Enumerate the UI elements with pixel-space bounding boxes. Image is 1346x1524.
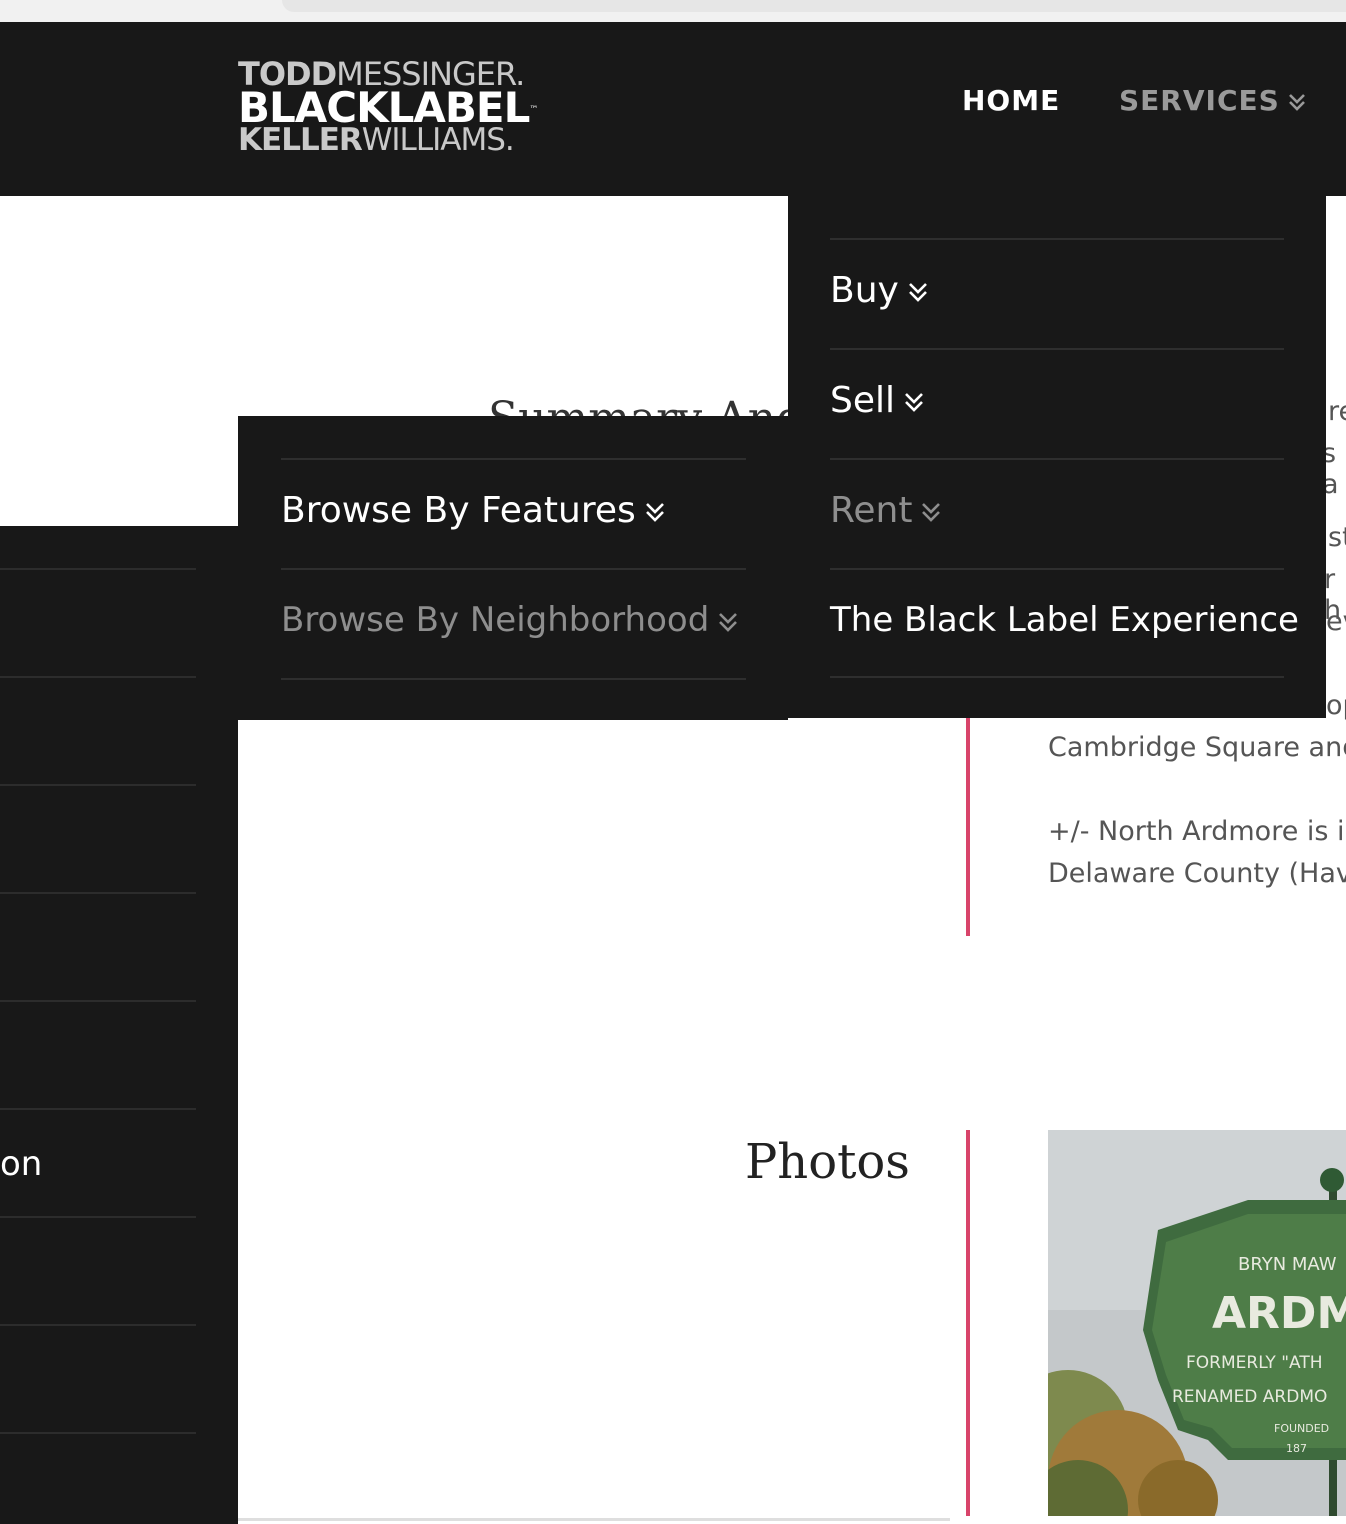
divider bbox=[830, 348, 1284, 350]
browser-chrome-strip bbox=[0, 0, 1346, 23]
site-header: TODDMESSINGER. BLACKLABEL™ KELLERWILLIAM… bbox=[0, 22, 1346, 196]
divider bbox=[0, 1000, 196, 1002]
divider bbox=[281, 458, 746, 460]
divider bbox=[0, 1108, 196, 1110]
divider bbox=[0, 568, 196, 570]
nav-services[interactable]: SERVICES bbox=[1119, 84, 1306, 117]
rent-submenu: Browse By Features Browse By Neighborhoo… bbox=[238, 416, 788, 720]
ardmore-sign-photo[interactable]: BRYN MAW ARDMO FORMERLY "ATH RENAMED ARD… bbox=[1048, 1130, 1346, 1516]
address-bar-edge bbox=[282, 0, 1346, 12]
menu-item-label: Buy bbox=[830, 270, 899, 311]
nav-home[interactable]: HOME bbox=[962, 84, 1060, 117]
summary-text-line: +/- North Ardmore is in bbox=[1048, 816, 1346, 847]
divider bbox=[281, 678, 746, 680]
body-text-fragment: st bbox=[1328, 522, 1346, 553]
divider bbox=[0, 784, 196, 786]
site-logo[interactable]: TODDMESSINGER. BLACKLABEL™ KELLERWILLIAM… bbox=[238, 58, 548, 158]
logo-line-3: KELLERWILLIAMS. bbox=[238, 122, 515, 158]
sign-text-sub3: FOUNDED bbox=[1274, 1422, 1329, 1435]
submenu-item-label: Browse By Neighborhood bbox=[281, 600, 710, 640]
logo-williams: WILLIAMS. bbox=[361, 122, 515, 158]
body-text-fragment: re bbox=[1328, 396, 1346, 427]
photos-accent-line bbox=[966, 1130, 970, 1516]
nav-services-label: SERVICES bbox=[1119, 84, 1280, 117]
sign-text-sub4: 187 bbox=[1286, 1442, 1307, 1455]
sign-text-sub2: RENAMED ARDMO bbox=[1172, 1387, 1327, 1407]
summary-text-line: Cambridge Square and bbox=[1048, 732, 1346, 763]
menu-item-buy[interactable]: Buy bbox=[830, 270, 929, 311]
chevron-double-down-icon bbox=[645, 503, 664, 522]
menu-item-rent[interactable]: Rent bbox=[830, 490, 942, 531]
summary-accent-line bbox=[966, 700, 970, 936]
ardmore-sign-illustration: BRYN MAW ARDMO FORMERLY "ATH RENAMED ARD… bbox=[1048, 1130, 1346, 1516]
submenu-item-browse-features[interactable]: Browse By Features bbox=[281, 490, 666, 531]
divider bbox=[0, 1324, 196, 1326]
divider bbox=[0, 892, 196, 894]
sign-text-sub1: FORMERLY "ATH bbox=[1186, 1353, 1323, 1373]
menu-item-sell[interactable]: Sell bbox=[830, 380, 925, 421]
chevron-double-down-icon bbox=[908, 283, 927, 302]
divider bbox=[830, 676, 1284, 678]
logo-keller: KELLER bbox=[238, 122, 363, 158]
body-text-fragment: ev bbox=[1326, 606, 1346, 637]
submenu-item-label: Browse By Features bbox=[281, 490, 636, 531]
sidebar-item-fragment[interactable]: on bbox=[0, 1144, 42, 1184]
logo-trademark: ™ bbox=[529, 105, 538, 115]
sign-text-top: BRYN MAW bbox=[1238, 1254, 1337, 1275]
divider bbox=[830, 458, 1284, 460]
menu-item-label: Sell bbox=[830, 380, 896, 421]
menu-item-label: Rent bbox=[830, 490, 913, 531]
divider bbox=[830, 568, 1284, 570]
sign-text-main: ARDMO bbox=[1212, 1288, 1346, 1339]
body-text-fragment: op bbox=[1326, 690, 1346, 721]
divider bbox=[281, 568, 746, 570]
chevron-double-down-icon bbox=[922, 503, 941, 522]
menu-item-black-label-experience[interactable]: The Black Label Experience bbox=[830, 600, 1299, 640]
horizontal-scrollbar[interactable] bbox=[238, 1518, 950, 1521]
divider bbox=[0, 1216, 196, 1218]
left-sidebar-panel: on bbox=[0, 526, 238, 1524]
submenu-item-browse-neighborhood[interactable]: Browse By Neighborhood bbox=[281, 600, 739, 640]
photos-title: Photos bbox=[745, 1134, 910, 1190]
services-dropdown: Buy Sell Rent The Black Label Experience bbox=[788, 196, 1326, 718]
divider bbox=[830, 238, 1284, 240]
chevron-double-down-icon bbox=[905, 393, 923, 412]
summary-text-line: Delaware County (Have bbox=[1048, 858, 1346, 889]
chevron-double-down-icon bbox=[719, 612, 738, 632]
divider bbox=[0, 676, 196, 678]
chevron-double-down-icon bbox=[1288, 94, 1305, 111]
divider bbox=[0, 1432, 196, 1434]
